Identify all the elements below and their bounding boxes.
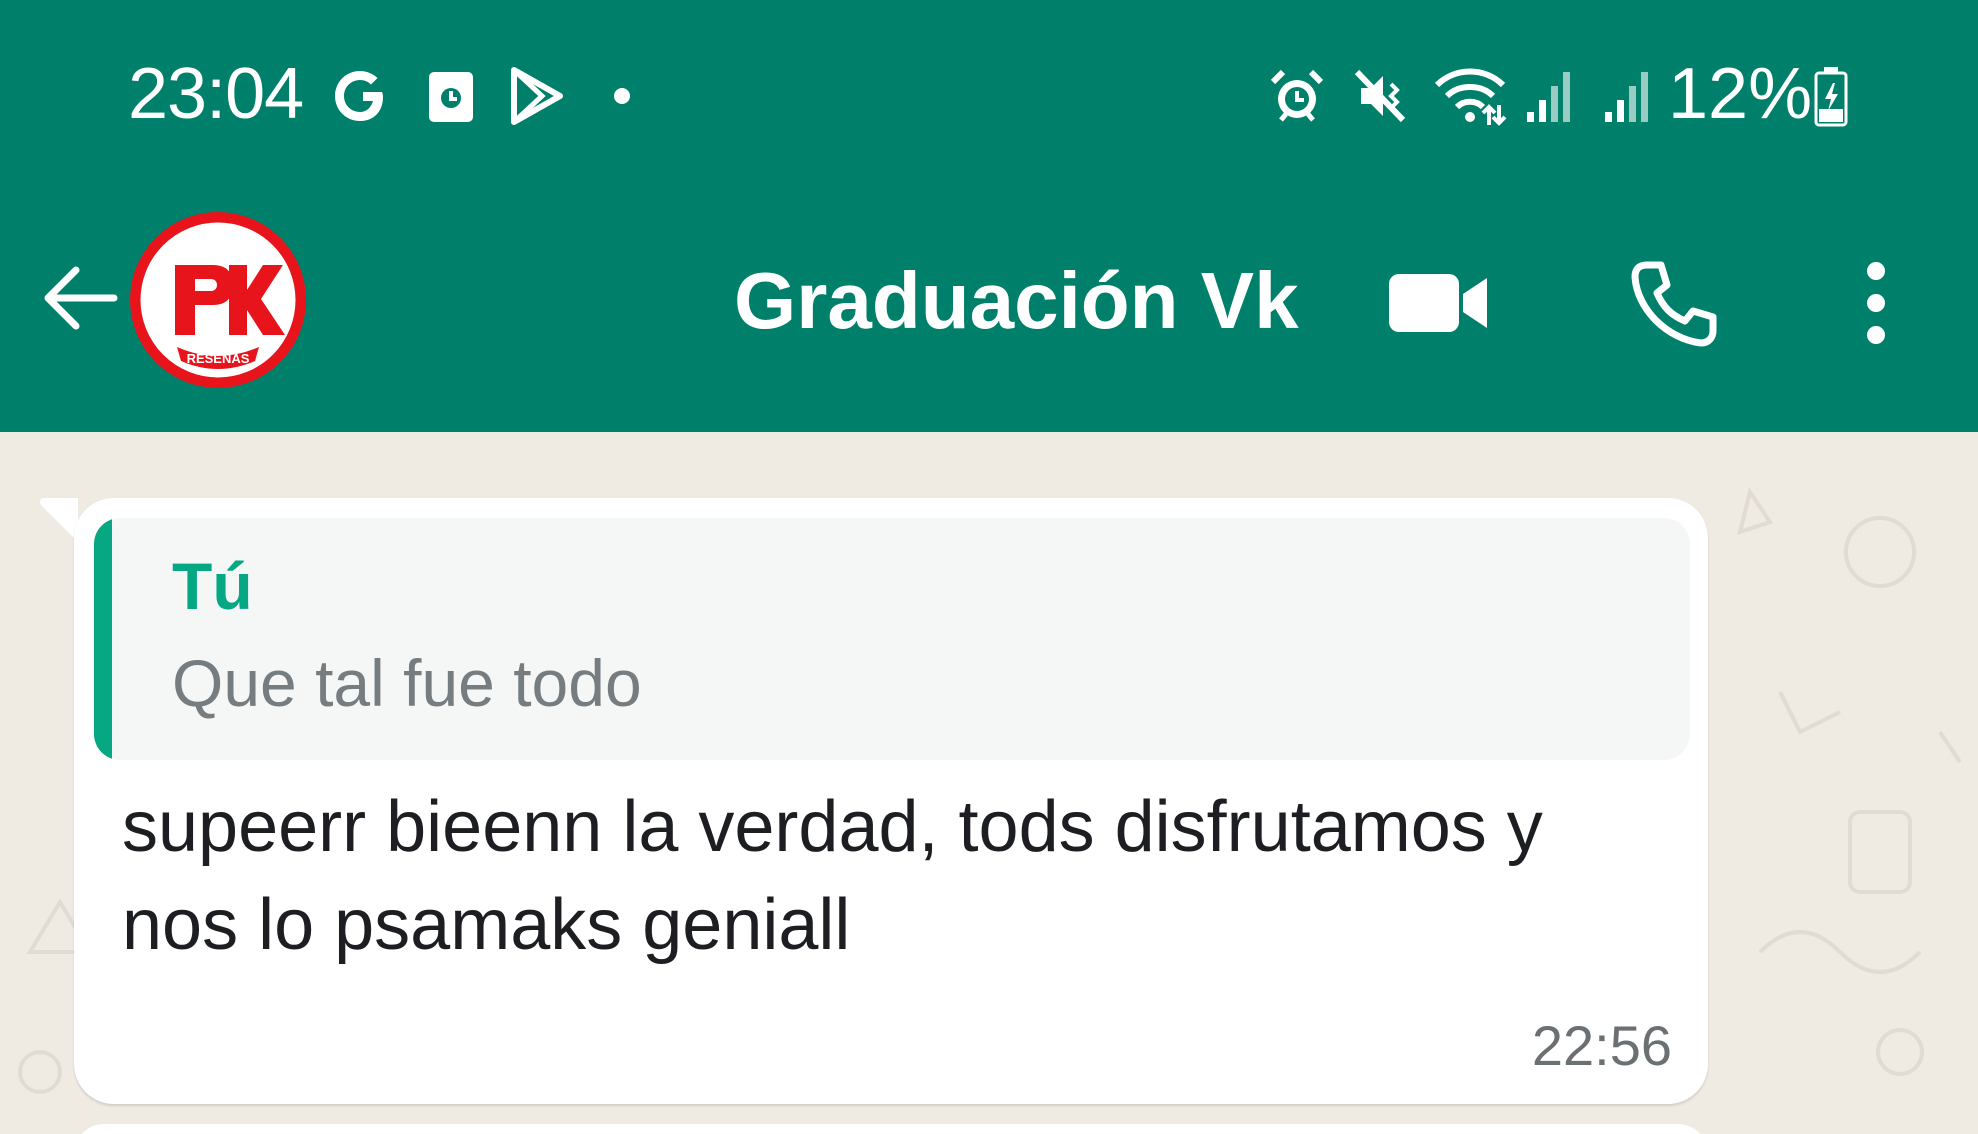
message-timestamp: 22:56 (1531, 1014, 1672, 1077)
chat-title[interactable]: Graduación Vk (734, 254, 1299, 348)
vibrate-mute-icon (1350, 60, 1412, 132)
next-message-bubble[interactable] (74, 1124, 1708, 1134)
video-camera-icon (1389, 274, 1487, 332)
battery-percentage: 12% (1668, 54, 1813, 134)
status-bar: 23:04 12% (0, 0, 1978, 188)
pk-resenas-logo: RESEÑAS (135, 217, 301, 383)
battery-charging-icon (1810, 60, 1852, 132)
quoted-author: Tú (172, 549, 253, 623)
video-call-button[interactable] (1384, 248, 1494, 358)
phone-icon (1631, 261, 1717, 347)
quote-accent-bar (94, 518, 112, 760)
message-text: supeerr bieenn la verdad, tods disfrutam… (122, 787, 1543, 965)
wifi-icon (1432, 60, 1508, 132)
calendar-app-icon (424, 60, 478, 132)
alarm-icon (1266, 60, 1328, 132)
quoted-text: Que tal fue todo (172, 646, 642, 720)
quoted-message[interactable]: Tú Que tal fue todo (94, 518, 1690, 760)
more-vertical-icon (1867, 262, 1885, 344)
back-button[interactable] (30, 248, 130, 348)
group-avatar[interactable]: RESEÑAS (130, 212, 306, 388)
arrow-left-icon (44, 266, 118, 330)
more-notifications-dot-icon (610, 60, 634, 132)
play-store-icon (504, 60, 568, 132)
status-time: 23:04 (128, 54, 304, 134)
signal-icon (1600, 60, 1656, 132)
voice-call-button[interactable] (1618, 248, 1728, 358)
svg-text:RESEÑAS: RESEÑAS (187, 351, 250, 366)
more-options-button[interactable] (1840, 248, 1912, 358)
chat-area[interactable]: Tú Que tal fue todo supeerr bieenn la ve… (0, 432, 1978, 1134)
message-bubble[interactable]: Tú Que tal fue todo supeerr bieenn la ve… (74, 498, 1708, 1104)
signal-icon (1522, 60, 1578, 132)
chat-header: RESEÑAS Graduación Vk (0, 188, 1978, 432)
google-g-icon (330, 60, 394, 132)
